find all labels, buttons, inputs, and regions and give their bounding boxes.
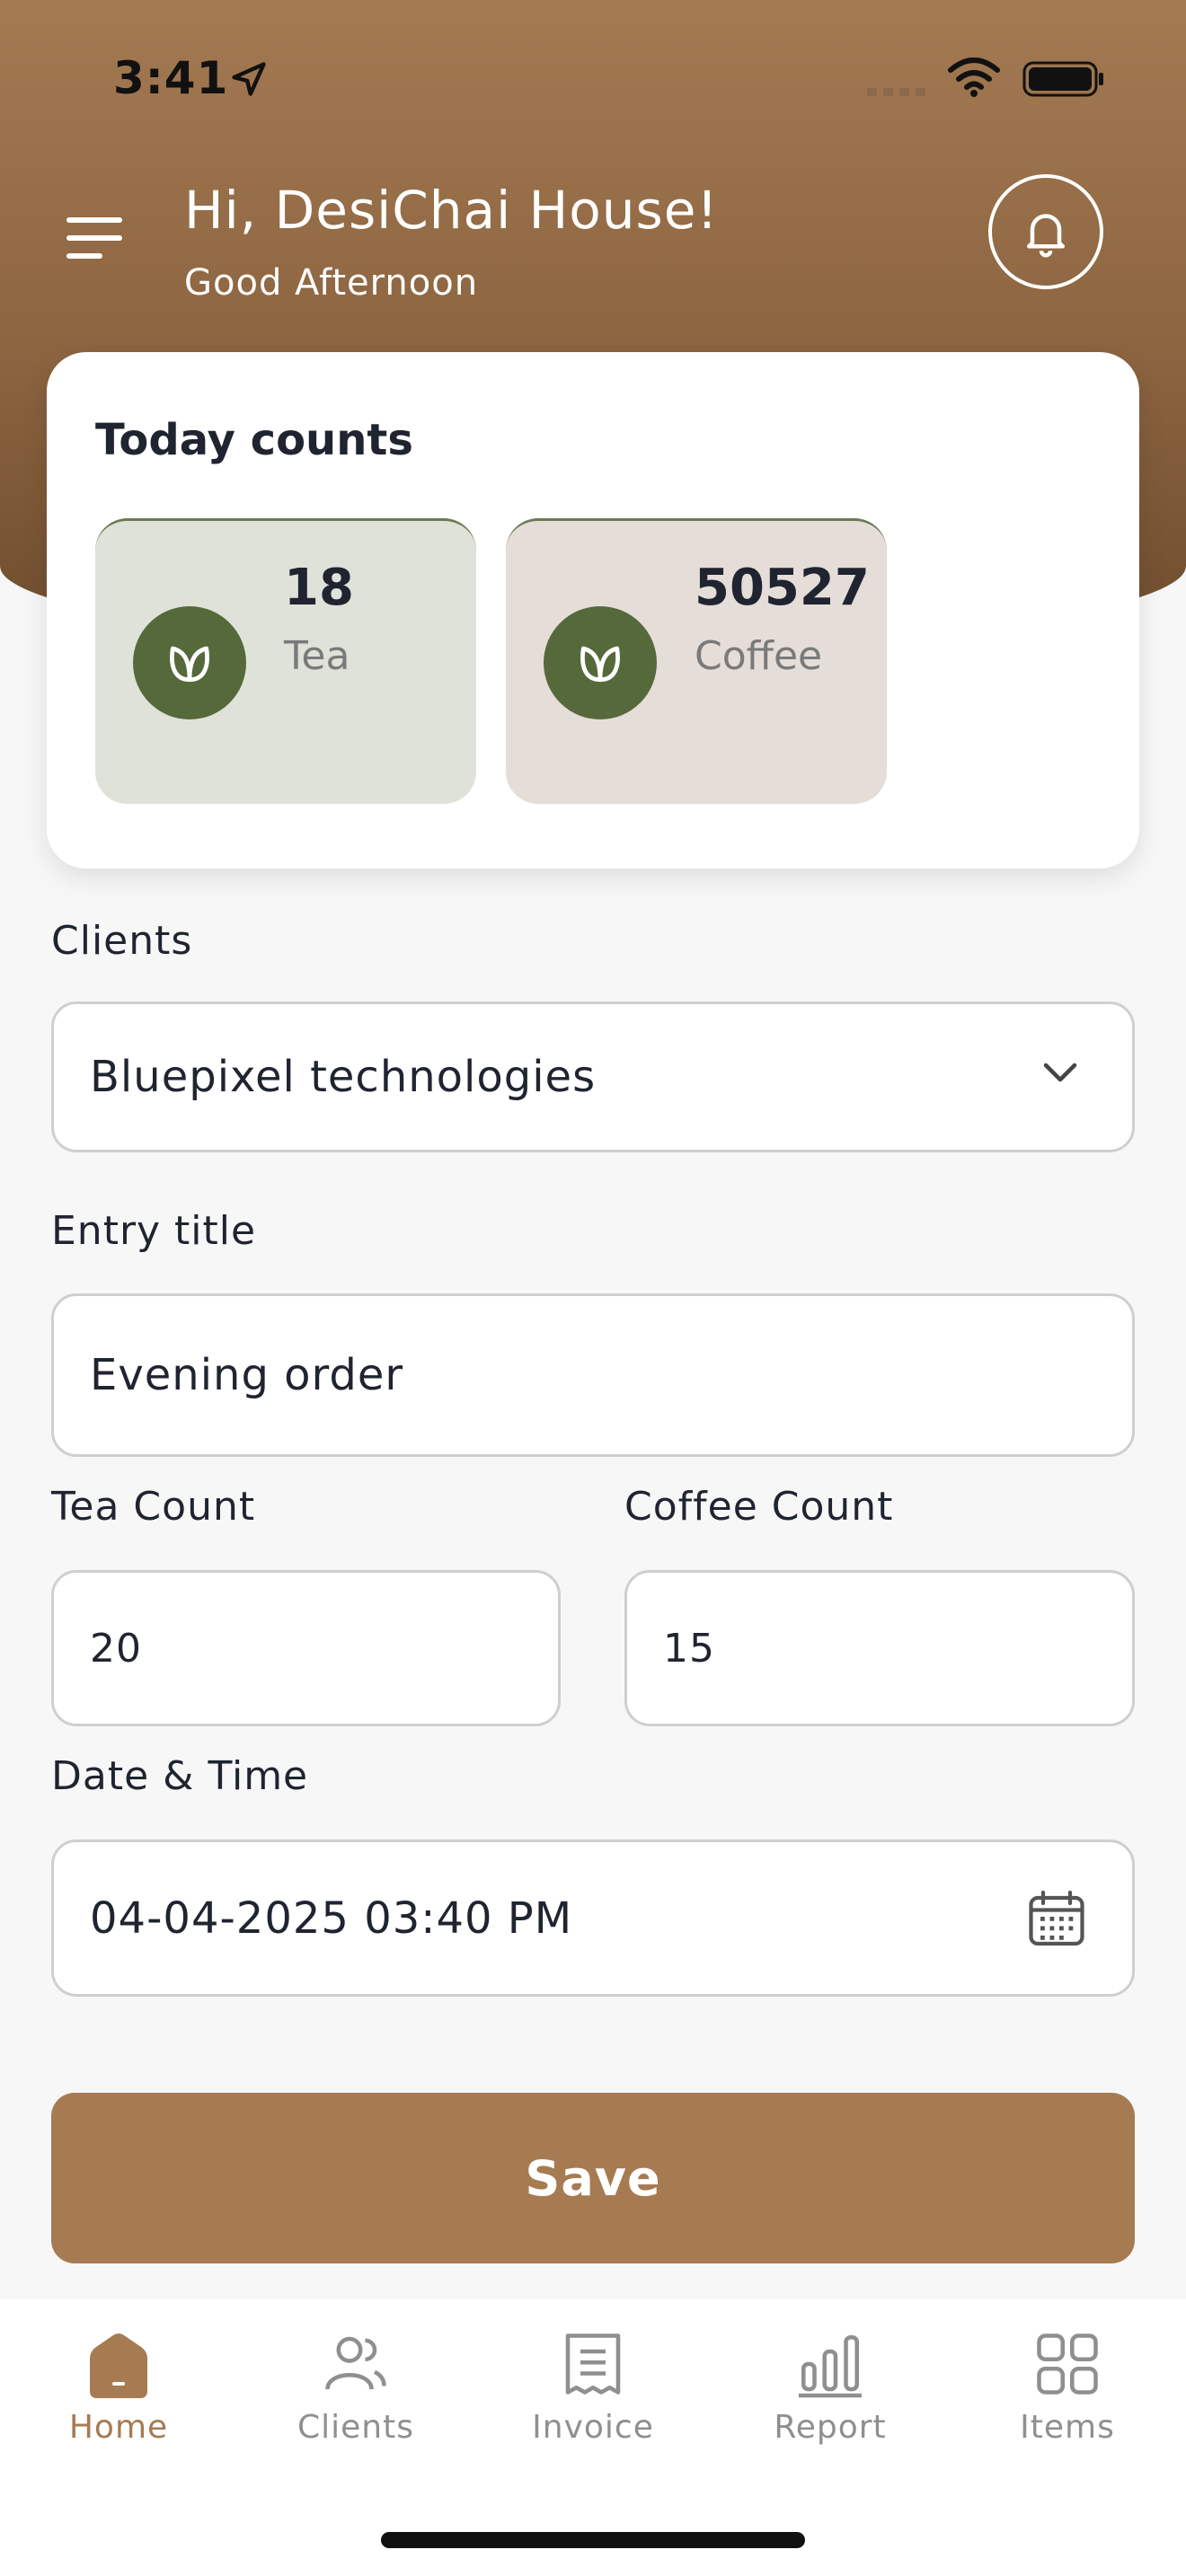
notifications-button[interactable] bbox=[988, 174, 1103, 289]
home-indicator[interactable] bbox=[381, 2532, 805, 2548]
datetime-picker[interactable]: 04-04-2025 03:40 PM bbox=[51, 1839, 1135, 1997]
clients-selected-value: Bluepixel technologies bbox=[90, 1052, 597, 1102]
leaf-icon bbox=[544, 606, 657, 719]
clients-dropdown[interactable]: Bluepixel technologies bbox=[51, 1001, 1135, 1152]
entry-title-label: Entry title bbox=[51, 1208, 257, 1254]
coffee-count-value: 50527 bbox=[695, 559, 870, 617]
calendar-icon[interactable] bbox=[1024, 1887, 1089, 1952]
bar-chart-icon bbox=[799, 2334, 862, 2398]
grid-icon bbox=[1037, 2333, 1098, 2395]
tea-count-value: 18 bbox=[284, 559, 354, 617]
nav-label-home: Home bbox=[68, 2409, 169, 2446]
tea-count-input-value: 20 bbox=[90, 1625, 142, 1672]
cellular-signal-icon bbox=[867, 88, 925, 96]
location-arrow-icon bbox=[232, 62, 266, 96]
clients-label: Clients bbox=[51, 918, 193, 964]
menu-icon[interactable] bbox=[65, 214, 126, 262]
nav-label-clients: Clients bbox=[297, 2409, 414, 2446]
leaf-icon bbox=[133, 606, 246, 719]
chevron-down-icon bbox=[1043, 1063, 1077, 1082]
tea-count-tile: 18 Tea bbox=[95, 518, 476, 804]
status-bar: 3:41 bbox=[0, 0, 1186, 135]
status-time: 3:41 bbox=[113, 52, 229, 104]
tea-count-input-label: Tea Count bbox=[51, 1484, 256, 1530]
nav-label-items: Items bbox=[1020, 2409, 1115, 2446]
datetime-label: Date & Time bbox=[51, 1753, 309, 1799]
today-counts-card: Today counts 18 Tea 50527 Coffee bbox=[47, 352, 1139, 869]
coffee-count-input[interactable]: 15 bbox=[624, 1570, 1135, 1726]
nav-item-clients[interactable]: Clients bbox=[266, 2326, 446, 2461]
tea-count-label: Tea bbox=[284, 633, 350, 679]
nav-label-invoice: Invoice bbox=[532, 2409, 654, 2446]
nav-item-home[interactable]: Home bbox=[29, 2326, 208, 2461]
greeting-subtitle: Good Afternoon bbox=[184, 262, 479, 304]
invoice-icon bbox=[565, 2333, 621, 2395]
greeting-title: Hi, DesiChai House! bbox=[184, 180, 719, 241]
home-icon bbox=[90, 2333, 147, 2398]
entry-title-input[interactable]: Evening order bbox=[51, 1293, 1135, 1457]
coffee-count-label: Coffee bbox=[695, 633, 823, 679]
tea-count-input[interactable]: 20 bbox=[51, 1570, 561, 1726]
coffee-count-tile: 50527 Coffee bbox=[506, 518, 887, 804]
nav-item-invoice[interactable]: Invoice bbox=[503, 2326, 683, 2461]
bell-icon bbox=[1027, 214, 1065, 258]
entry-title-value: Evening order bbox=[90, 1350, 404, 1400]
coffee-count-input-value: 15 bbox=[663, 1625, 715, 1672]
nav-label-report: Report bbox=[774, 2409, 887, 2446]
battery-icon bbox=[1022, 61, 1103, 97]
save-button[interactable]: Save bbox=[51, 2093, 1135, 2263]
nav-item-report[interactable]: Report bbox=[740, 2326, 920, 2461]
wifi-icon bbox=[948, 57, 1000, 97]
users-icon bbox=[325, 2336, 386, 2390]
today-counts-title: Today counts bbox=[95, 415, 413, 465]
coffee-count-input-label: Coffee Count bbox=[624, 1484, 894, 1530]
datetime-value: 04-04-2025 03:40 PM bbox=[90, 1892, 573, 1944]
nav-item-items[interactable]: Items bbox=[978, 2326, 1157, 2461]
